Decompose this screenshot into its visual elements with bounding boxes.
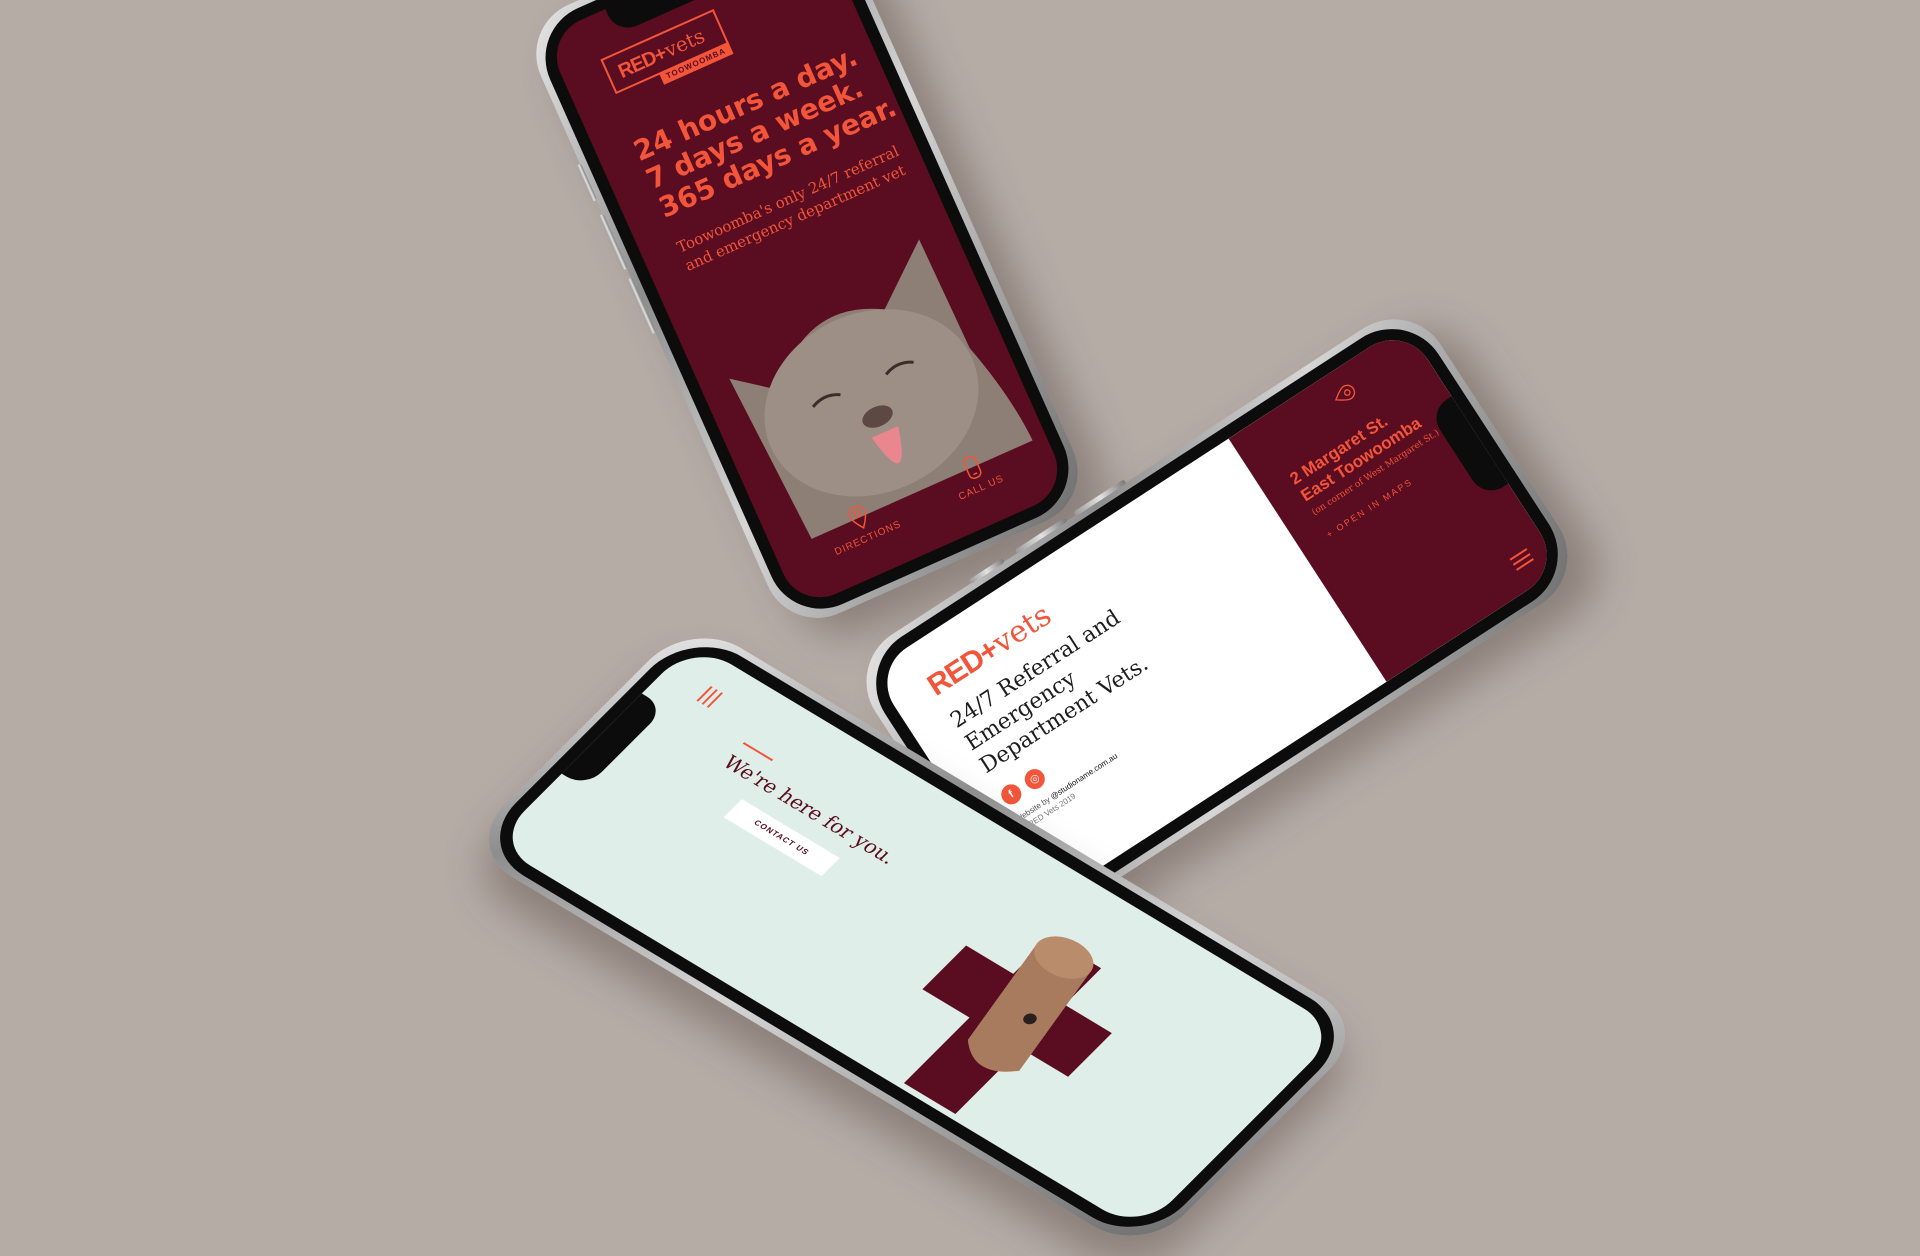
- location-pin-icon: [848, 505, 867, 530]
- menu-icon[interactable]: [1509, 548, 1537, 574]
- menu-icon[interactable]: [693, 684, 723, 708]
- location-pin-icon: [1334, 384, 1356, 401]
- instagram-icon[interactable]: ◎: [1020, 765, 1049, 793]
- dog-photo: [967, 936, 1094, 1072]
- menu-icon[interactable]: [784, 0, 810, 1]
- phone-hero: RED+vets TOOWOOMBA 24 hours a day. 7 day…: [518, 0, 1096, 636]
- address-block: 2 Margaret St. East Toowoomba (on corner…: [1286, 391, 1455, 539]
- phone-icon: [963, 455, 982, 480]
